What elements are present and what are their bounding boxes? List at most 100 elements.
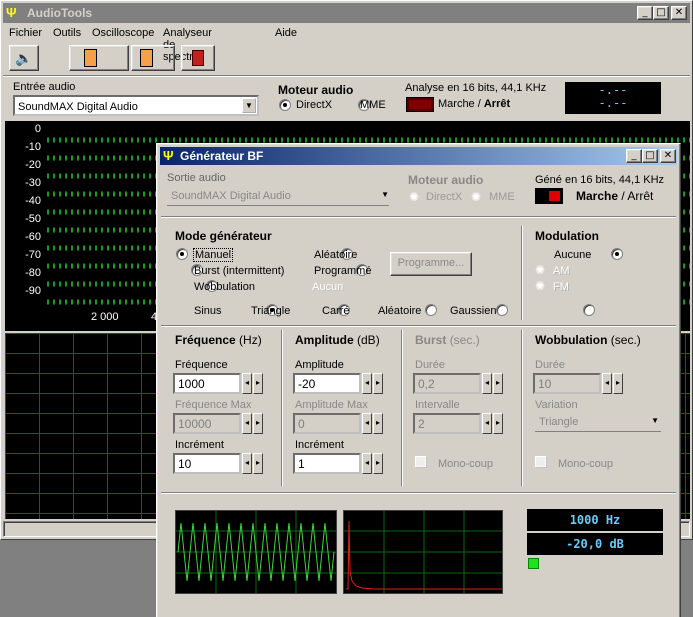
- ampinc-value: 1: [298, 457, 305, 471]
- gen-bottom-separator: [161, 492, 676, 494]
- mode-manuel-radio[interactable]: [176, 248, 188, 260]
- wave-gaussien-radio[interactable]: [582, 304, 595, 316]
- programme-button-label: Programme...: [397, 257, 465, 269]
- wobb-variation-select[interactable]: Triangle ▼: [535, 414, 661, 432]
- exit-button[interactable]: [181, 45, 215, 71]
- amp-lcd: -20,0 dB: [527, 533, 663, 555]
- amp-title-text: Amplitude: [295, 333, 354, 347]
- ampinc-input[interactable]: 1: [293, 453, 361, 474]
- freqmax-spin-down[interactable]: ◂: [242, 413, 252, 434]
- y-tick: -60: [25, 231, 41, 243]
- run-toggle-label[interactable]: Marche / Arrêt: [438, 98, 510, 110]
- menu-outils[interactable]: Outils: [53, 27, 81, 39]
- freq-input[interactable]: 1000: [173, 373, 241, 394]
- mod-aucune-radio[interactable]: [611, 248, 624, 260]
- y-tick: -40: [25, 195, 41, 207]
- wobb-variation-label: Variation: [535, 399, 578, 411]
- burst-mono-label: Mono-coup: [438, 458, 494, 470]
- minimize-button[interactable]: _: [637, 6, 653, 20]
- main-titlebar[interactable]: Ψ AudioTools _ □ ✕: [3, 3, 690, 23]
- modulation-vsep: [521, 226, 523, 320]
- wobb-unit: (sec.): [610, 333, 641, 347]
- run-indicator[interactable]: [406, 97, 434, 112]
- burst-duree-input[interactable]: 0,2: [413, 373, 481, 394]
- spectrum-yaxis: 0 -10 -20 -30 -40 -50 -60 -70 -80 -90: [5, 123, 41, 303]
- burst-intervalle-spin-up[interactable]: ▸: [493, 413, 503, 434]
- freqinc-spin-up[interactable]: ▸: [253, 453, 263, 474]
- spectrum-button[interactable]: [131, 45, 175, 71]
- maximize-button[interactable]: □: [653, 6, 669, 20]
- mode-burst-label: Burst (intermittent): [194, 265, 285, 277]
- amp-spin-up[interactable]: ▸: [373, 373, 383, 394]
- wave-carre-radio[interactable]: [424, 304, 437, 316]
- gen-maximize-button[interactable]: □: [642, 149, 658, 163]
- menu-aide[interactable]: Aide: [275, 27, 297, 39]
- ampinc-spin-down[interactable]: ◂: [362, 453, 372, 474]
- freq-spin-down[interactable]: ◂: [242, 373, 252, 394]
- ampinc-spin-up[interactable]: ▸: [373, 453, 383, 474]
- gen-directx-label: DirectX: [426, 191, 463, 203]
- gen-run-indicator[interactable]: [535, 188, 563, 204]
- gen-run-toggle-label[interactable]: Marche / Arrêt: [576, 189, 653, 203]
- burst-intervalle-spin-down[interactable]: ◂: [482, 413, 492, 434]
- chevron-down-icon: ▼: [242, 98, 256, 113]
- freqinc-input[interactable]: 10: [173, 453, 241, 474]
- toolbar-separator: [3, 75, 690, 77]
- wobb-mono-checkbox[interactable]: [535, 456, 546, 467]
- freqmax-label: Fréquence Max: [175, 399, 252, 411]
- run-sep-text: /: [474, 98, 484, 110]
- spectrum-preview-svg: [344, 511, 502, 593]
- y-tick: -70: [25, 249, 41, 261]
- gen-run-on-text: Marche: [576, 189, 619, 203]
- freqmax-value: 10000: [178, 417, 212, 431]
- oscilloscope-icon: [84, 49, 97, 67]
- mod-am-icon: ✺: [535, 263, 546, 277]
- burst-duree-spin-up[interactable]: ▸: [493, 373, 503, 394]
- wobb-duree-spin-down[interactable]: ◂: [602, 373, 612, 394]
- y-tick: 0: [34, 123, 41, 135]
- speaker-button[interactable]: 🔈: [9, 45, 39, 71]
- wave-aleatoire-label: Aléatoire: [378, 305, 422, 317]
- freqmax-spin-up[interactable]: ▸: [253, 413, 263, 434]
- freqmax-input[interactable]: 10000: [173, 413, 241, 434]
- generator-titlebar[interactable]: Ψ Générateur BF _ □ ✕: [160, 147, 677, 165]
- freq-label: Fréquence: [175, 359, 228, 371]
- menu-fichier[interactable]: Fichier: [9, 27, 42, 39]
- amp-value: -20: [298, 377, 316, 391]
- ampmax-spin-up[interactable]: ▸: [373, 413, 383, 434]
- ampmax-input[interactable]: 0: [293, 413, 361, 434]
- ampmax-spin-down[interactable]: ◂: [362, 413, 372, 434]
- oscilloscope-button[interactable]: [69, 45, 129, 71]
- amp-spin-down[interactable]: ◂: [362, 373, 372, 394]
- freqinc-value: 10: [178, 457, 192, 471]
- gen-directx-icon: ✺: [409, 190, 420, 204]
- wave-aleatoire-radio[interactable]: [495, 304, 508, 316]
- run-off-text: Arrêt: [483, 98, 511, 110]
- gen-run-off-text: Arrêt: [627, 189, 654, 203]
- y-tick: -50: [25, 213, 41, 225]
- wobb-duree-input[interactable]: 10: [533, 373, 601, 394]
- output-audio-select[interactable]: SoundMAX Digital Audio ▼: [167, 188, 389, 206]
- gen-mme-icon: ✺: [471, 190, 482, 204]
- menu-oscilloscope[interactable]: Oscilloscope: [92, 27, 154, 39]
- amp-input[interactable]: -20: [293, 373, 361, 394]
- burst-mono-checkbox[interactable]: [415, 456, 426, 467]
- wave-triangle-label: Triangle: [251, 305, 291, 317]
- freq-value: 1000: [178, 377, 205, 391]
- close-button[interactable]: ✕: [671, 6, 687, 20]
- input-audio-select[interactable]: SoundMAX Digital Audio ▼: [13, 95, 259, 116]
- mode-manuel-label[interactable]: Manuel: [193, 248, 234, 262]
- freq-spin-up[interactable]: ▸: [253, 373, 263, 394]
- wobb-duree-spin-up[interactable]: ▸: [613, 373, 623, 394]
- burst-intervalle-label: Intervalle: [415, 399, 460, 411]
- amp-vsep: [401, 330, 403, 486]
- burst-intervalle-input[interactable]: 2: [413, 413, 481, 434]
- gen-minimize-button[interactable]: _: [626, 149, 642, 163]
- directx-radio[interactable]: [279, 99, 291, 111]
- programme-button[interactable]: Programme...: [390, 252, 472, 276]
- freqinc-spin-down[interactable]: ◂: [242, 453, 252, 474]
- gen-close-button[interactable]: ✕: [660, 149, 676, 163]
- mode-wobb-label: Wobbulation: [194, 281, 255, 293]
- wobb-duree-label: Durée: [535, 359, 565, 371]
- burst-duree-spin-down[interactable]: ◂: [482, 373, 492, 394]
